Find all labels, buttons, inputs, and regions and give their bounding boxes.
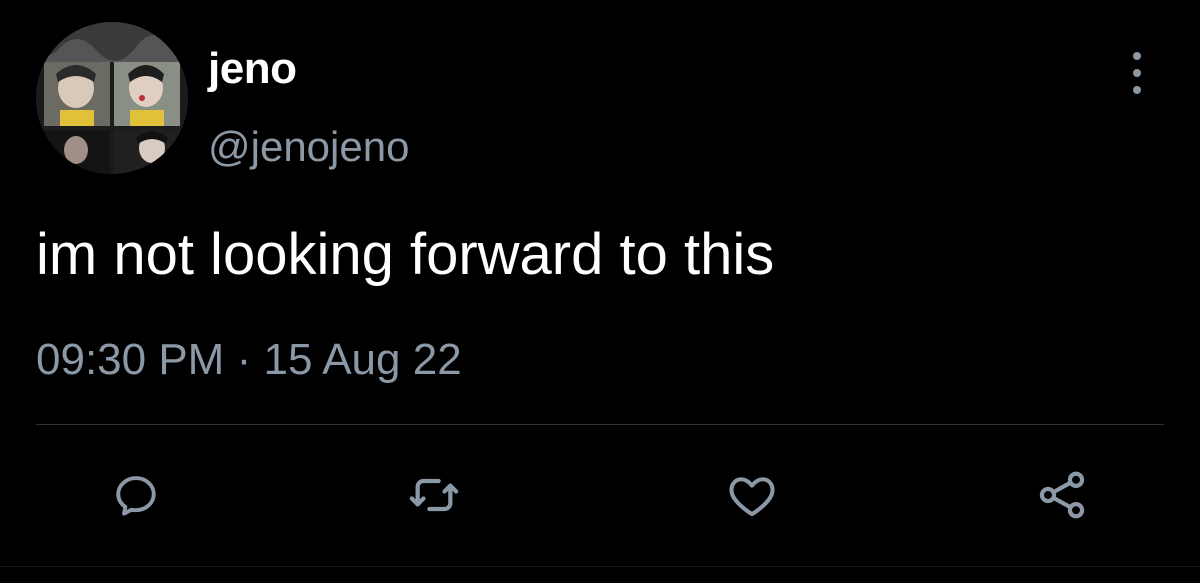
- tweet-time: 09:30 PM: [36, 335, 225, 384]
- bottom-divider: [0, 566, 1200, 567]
- action-bar: [0, 455, 1200, 535]
- user-handle[interactable]: @jenojeno: [208, 122, 409, 172]
- divider: [36, 424, 1164, 425]
- like-button[interactable]: [722, 465, 782, 525]
- tweet-card: jeno @jenojeno im not looking forward to…: [0, 0, 1200, 583]
- heart-icon: [729, 477, 775, 517]
- tweet-text: im not looking forward to this: [36, 222, 775, 287]
- reply-button[interactable]: [106, 465, 166, 525]
- tweet-timestamp[interactable]: 09:30 PM · 15 Aug 22: [36, 332, 462, 388]
- retweet-icon: [409, 478, 459, 512]
- avatar-photo: [36, 22, 188, 174]
- more-vertical-icon-dot: [1133, 69, 1141, 77]
- more-options-button[interactable]: [1120, 50, 1154, 96]
- share-icon: [1039, 471, 1085, 519]
- reply-icon: [116, 476, 156, 516]
- display-name[interactable]: jeno: [208, 44, 297, 94]
- more-vertical-icon: [1133, 52, 1141, 60]
- avatar[interactable]: [36, 22, 188, 174]
- meta-separator: ·: [236, 335, 252, 384]
- more-vertical-icon-dot: [1133, 86, 1141, 94]
- share-button[interactable]: [1032, 465, 1092, 525]
- tweet-date: 15 Aug 22: [263, 335, 462, 384]
- retweet-button[interactable]: [404, 465, 464, 525]
